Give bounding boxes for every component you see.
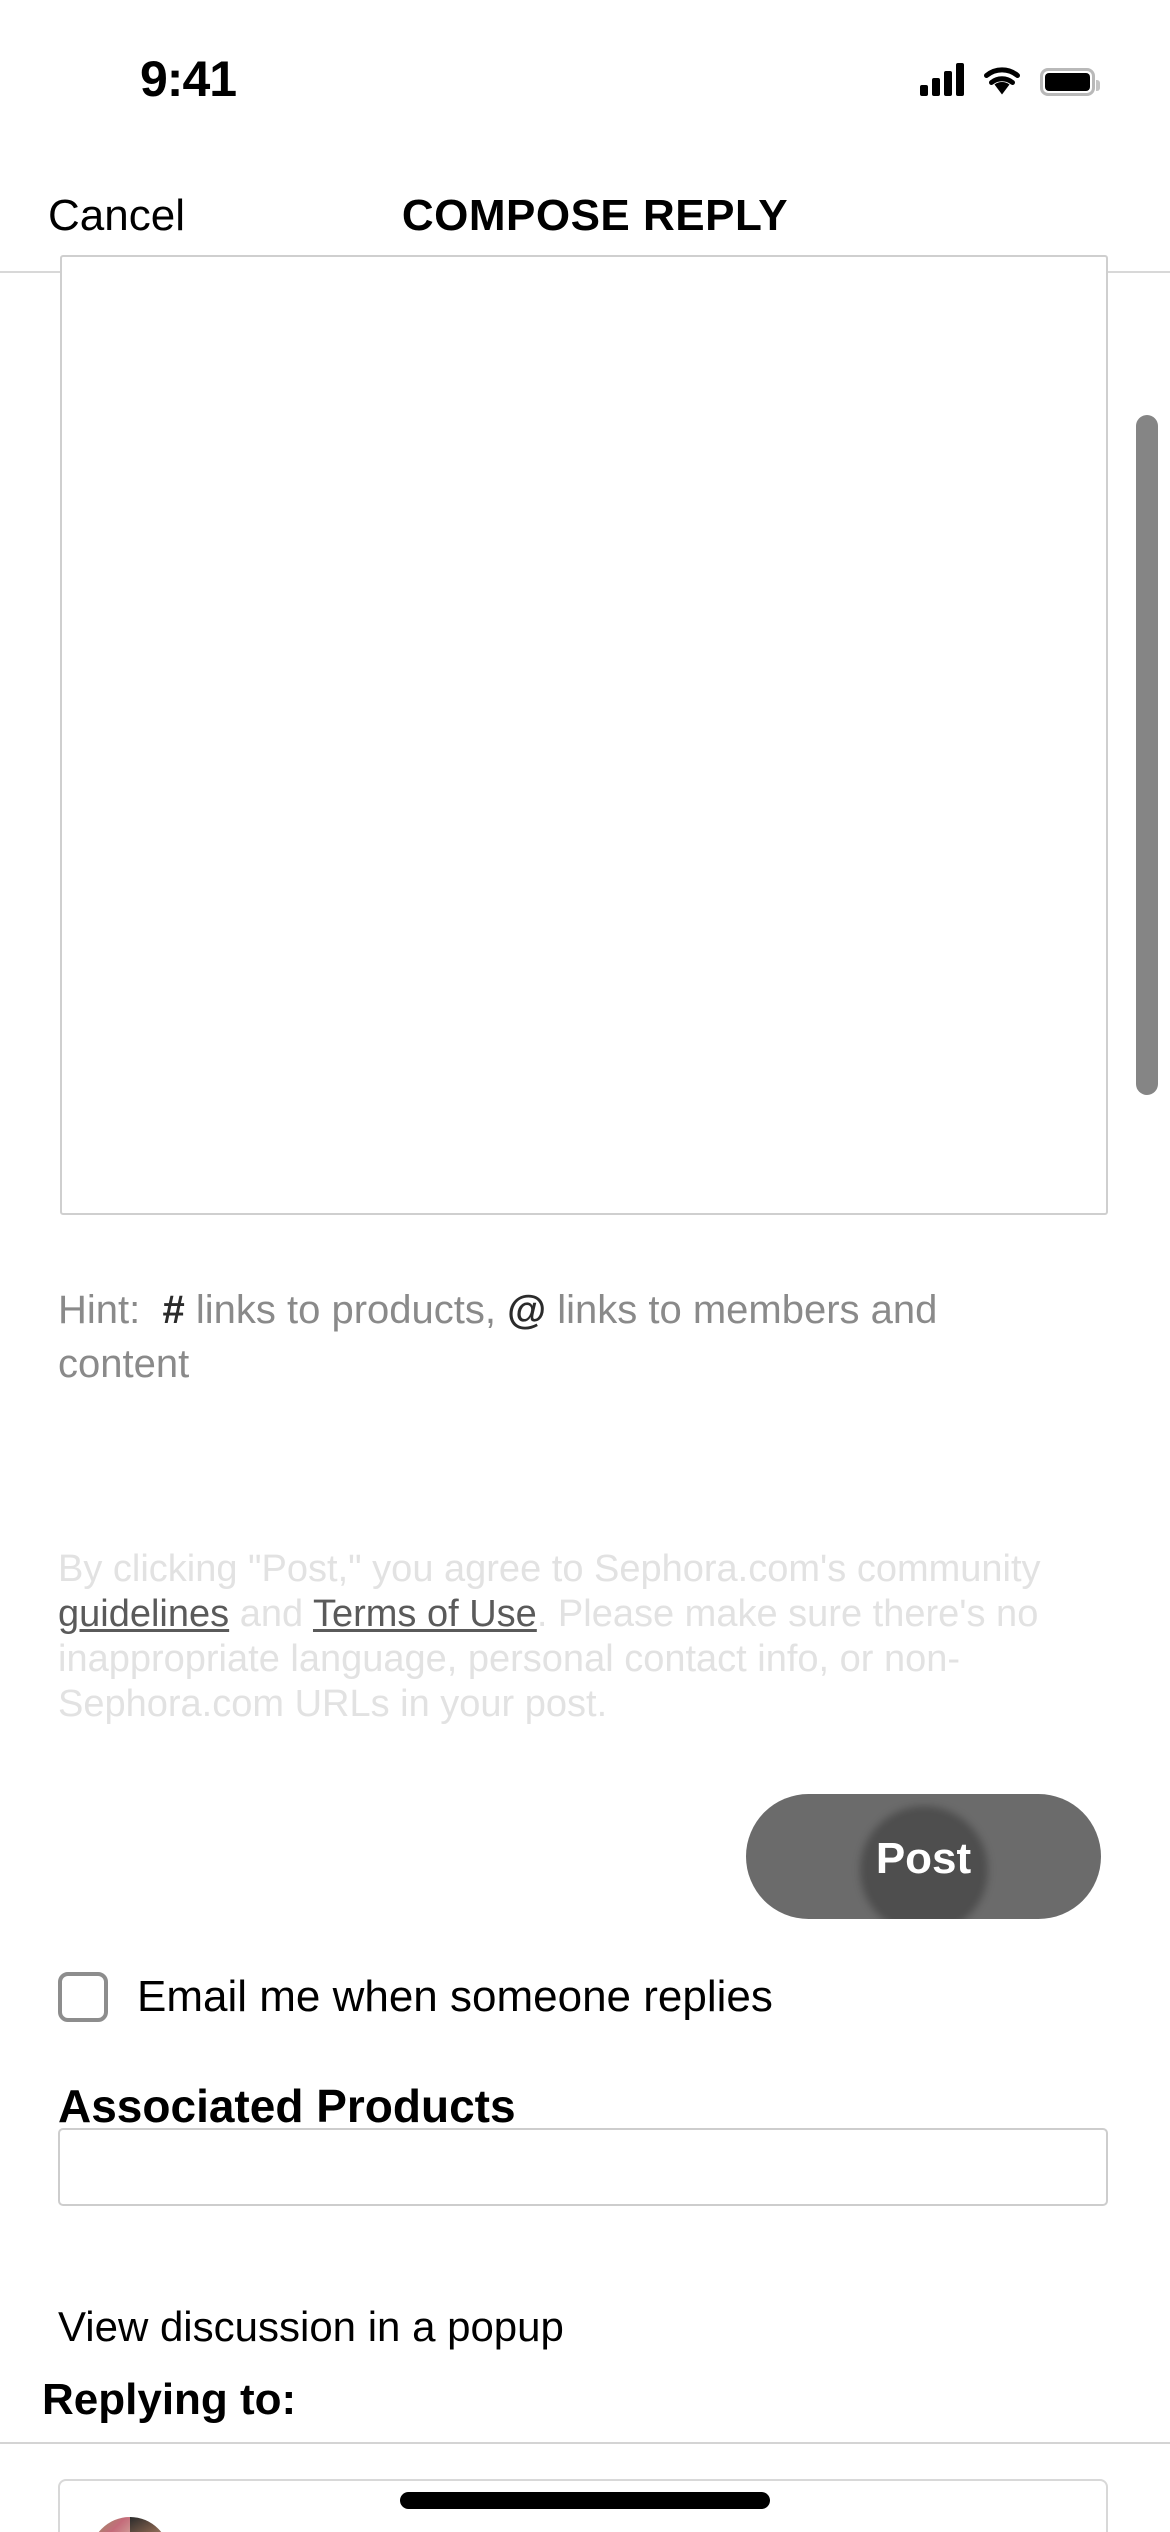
home-indicator[interactable]	[400, 2492, 770, 2509]
community-guidelines-link[interactable]: guidelines	[58, 1593, 229, 1635]
status-bar-time: 9:41	[140, 51, 237, 107]
view-discussion-popup-link[interactable]: View discussion in a popup	[58, 2303, 564, 2351]
post-author-row: TeamBIC ADMIN ROUGE	[90, 2517, 678, 2532]
disclaimer-part-2: and	[229, 1593, 313, 1635]
phone-screen: 9:41 Cancel COMPOSE REPLY Hint: # links …	[0, 0, 1170, 2532]
signal-bars-icon	[920, 63, 964, 96]
status-bar-indicators	[920, 54, 1100, 96]
wifi-icon	[981, 63, 1023, 96]
email-notify-checkbox[interactable]	[58, 1972, 108, 2022]
hint-prefix: Hint:	[58, 1288, 163, 1332]
battery-icon	[1040, 68, 1100, 96]
associated-products-title: Associated Products	[58, 2080, 516, 2132]
email-notify-label: Email me when someone replies	[137, 1972, 773, 2021]
scroll-content: Hint: # links to products, @ links to me…	[0, 255, 1170, 2532]
reply-textarea[interactable]	[60, 255, 1108, 1215]
associated-products-input[interactable]	[58, 2128, 1108, 2206]
email-notify-row[interactable]: Email me when someone replies	[58, 1972, 773, 2022]
at-symbol: @	[507, 1288, 547, 1332]
terms-of-use-link[interactable]: Terms of Use	[313, 1593, 537, 1635]
legal-disclaimer: By clicking "Post," you agree to Sephora…	[58, 1547, 1058, 1727]
hash-symbol: #	[162, 1288, 185, 1332]
post-button[interactable]: Post	[746, 1794, 1101, 1919]
composer-hint: Hint: # links to products, @ links to me…	[58, 1283, 1048, 1391]
scrollbar-thumb[interactable]	[1136, 415, 1158, 1095]
post-button-label: Post	[875, 1833, 972, 1883]
section-divider	[0, 2442, 1170, 2444]
disclaimer-part-1: By clicking "Post," you agree to Sephora…	[58, 1548, 1041, 1590]
scrollbar[interactable]	[1136, 280, 1158, 2520]
avatar[interactable]	[90, 2517, 170, 2532]
replying-to-title: Replying to:	[42, 2375, 297, 2424]
page-title: COMPOSE REPLY	[401, 190, 789, 240]
status-bar: 9:41	[0, 0, 1170, 160]
hint-mid: links to products,	[184, 1288, 508, 1332]
